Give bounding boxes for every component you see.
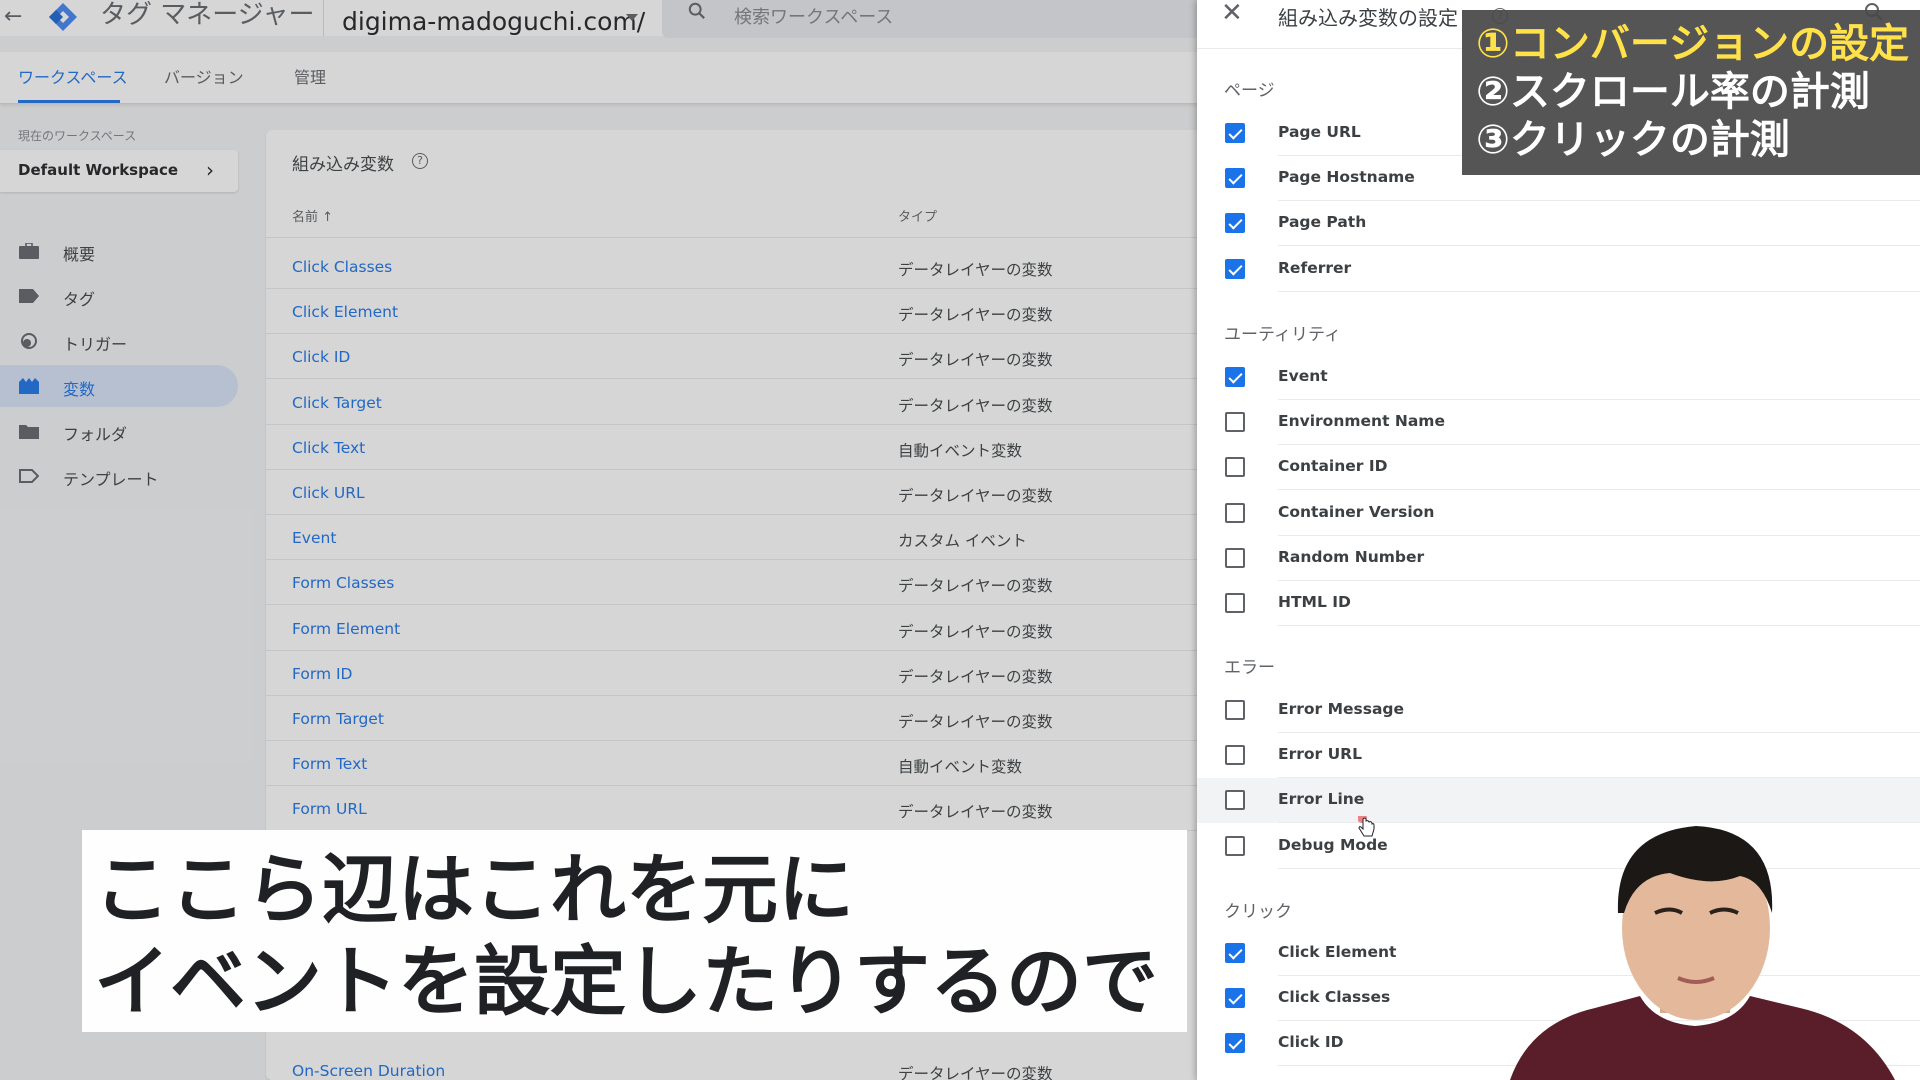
checkbox-checked[interactable] xyxy=(1225,1033,1245,1054)
checkbox-unchecked[interactable] xyxy=(1225,547,1245,568)
close-icon[interactable]: ✕ xyxy=(1221,0,1243,28)
checkbox-checked[interactable] xyxy=(1225,943,1245,963)
section-heading: ページ xyxy=(1224,81,1275,101)
caption-line-2: イベントを設定したりするので xyxy=(94,937,1158,1026)
variable-option-label: HTML ID xyxy=(1278,593,1351,611)
variable-option-row[interactable]: Environment Name xyxy=(1197,400,1920,446)
divider xyxy=(1278,625,1920,626)
variable-option-label: Environment Name xyxy=(1278,412,1445,431)
checkbox-unchecked[interactable] xyxy=(1225,412,1245,433)
variable-option-row[interactable]: Random Number xyxy=(1197,536,1920,581)
variable-option-row[interactable]: HTML ID xyxy=(1197,581,1920,626)
step-1: ①コンバージョンの設定 xyxy=(1476,21,1910,67)
variable-option-label: Container Version xyxy=(1278,502,1435,521)
checkbox-checked[interactable] xyxy=(1225,258,1245,279)
variable-option-label: Container ID xyxy=(1278,457,1388,476)
caption-line-1: ここら辺はこれを元に xyxy=(94,845,854,934)
variable-option-label: Random Number xyxy=(1278,547,1425,566)
variable-option-label: Click Element xyxy=(1278,943,1397,961)
variable-option-label: Click ID xyxy=(1278,1033,1344,1052)
section-heading: エラー xyxy=(1224,658,1275,678)
section-heading: クリック xyxy=(1224,902,1292,922)
checkbox-checked[interactable] xyxy=(1225,213,1245,234)
variable-option-row[interactable]: Referrer xyxy=(1197,247,1920,292)
section-heading: ユーティリティ xyxy=(1224,325,1341,345)
variable-option-label: Error URL xyxy=(1278,745,1362,764)
variable-option-label: Page URL xyxy=(1278,123,1361,141)
variable-option-row[interactable]: Page Path xyxy=(1197,201,1920,247)
checkbox-unchecked[interactable] xyxy=(1225,593,1245,613)
checkbox-unchecked[interactable] xyxy=(1225,790,1245,811)
variable-option-row[interactable]: Event xyxy=(1197,355,1920,400)
checkbox-checked[interactable] xyxy=(1225,988,1245,1009)
checkbox-checked[interactable] xyxy=(1225,367,1245,387)
divider xyxy=(1278,290,1920,292)
variable-option-label: Referrer xyxy=(1278,258,1352,277)
variable-option-row[interactable]: Container ID xyxy=(1197,445,1920,491)
variable-option-label: Page Hostname xyxy=(1278,168,1415,187)
checkbox-unchecked[interactable] xyxy=(1225,457,1245,478)
step-3: ③クリックの計測 xyxy=(1476,117,1790,163)
variable-option-label: Error Line xyxy=(1278,790,1365,809)
subtitle-caption: ここら辺はこれを元に イベントを設定したりするので xyxy=(82,830,1187,1032)
hand-cursor-icon xyxy=(1358,816,1375,837)
checkbox-checked[interactable] xyxy=(1225,168,1245,189)
variable-option-row[interactable]: Error Message xyxy=(1197,688,1920,733)
variable-option-label: Error Message xyxy=(1278,700,1405,718)
variable-option-row[interactable]: Error URL xyxy=(1197,733,1920,779)
steps-overlay: ①コンバージョンの設定 ②スクロール率の計測 ③クリックの計測 xyxy=(1462,10,1920,175)
checkbox-checked[interactable] xyxy=(1225,123,1245,143)
variable-option-label: Event xyxy=(1278,367,1328,385)
variable-option-row[interactable]: Error Line xyxy=(1197,778,1920,824)
checkbox-unchecked[interactable] xyxy=(1225,745,1245,766)
presenter-webcam xyxy=(1510,826,1895,1080)
variable-option-row[interactable]: Container Version xyxy=(1197,491,1920,536)
variable-option-label: Page Path xyxy=(1278,213,1367,232)
variable-option-label: Click Classes xyxy=(1278,988,1391,1007)
step-2: ②スクロール率の計測 xyxy=(1476,69,1870,115)
panel-title: 組み込み変数の設定 xyxy=(1278,6,1458,30)
checkbox-unchecked[interactable] xyxy=(1225,835,1245,856)
checkbox-unchecked[interactable] xyxy=(1225,700,1245,720)
checkbox-unchecked[interactable] xyxy=(1225,502,1245,523)
